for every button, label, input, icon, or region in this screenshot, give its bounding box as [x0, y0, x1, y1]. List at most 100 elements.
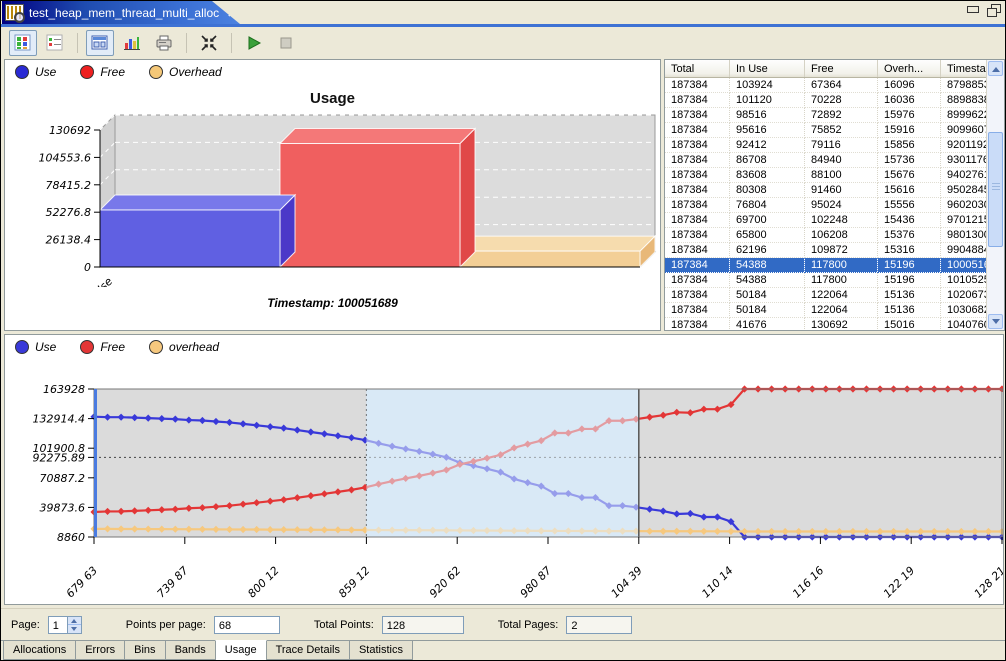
table-cell: 117800: [805, 273, 878, 288]
column-header[interactable]: In Use: [730, 60, 805, 78]
table-cell: 41676: [730, 318, 805, 332]
table-cell: 187384: [665, 108, 730, 123]
table-row[interactable]: 18738476804950241555696020306: [665, 198, 1005, 213]
legend-label: Use: [35, 65, 56, 79]
bottom-tab-bands[interactable]: Bands: [165, 641, 216, 660]
table-cell: 15556: [878, 198, 941, 213]
spin-down-icon[interactable]: [68, 625, 81, 633]
bottom-tab-errors[interactable]: Errors: [75, 641, 125, 660]
table-cell: 187384: [665, 138, 730, 153]
table-row[interactable]: 18738495616758521591690996076: [665, 123, 1005, 138]
bar-free[interactable]: [280, 144, 460, 267]
total-pages-value: 2: [566, 616, 632, 634]
bar-top: [100, 195, 295, 210]
bottom-tab-bins[interactable]: Bins: [124, 641, 165, 660]
close-icon[interactable]: ✕: [227, 6, 237, 20]
table-cell: 187384: [665, 258, 730, 273]
table-cell: 88100: [805, 168, 878, 183]
chart-view-icon[interactable]: [118, 30, 146, 56]
list-settings-icon[interactable]: [41, 30, 69, 56]
table-row[interactable]: 1873845018412206415136102067381: [665, 288, 1005, 303]
bottom-tab-statistics[interactable]: Statistics: [349, 641, 413, 660]
table-cell: 15736: [878, 153, 941, 168]
table-row[interactable]: 1873845438811780015196101052536: [665, 273, 1005, 288]
table-cell: 187384: [665, 93, 730, 108]
run-icon[interactable]: [240, 30, 268, 56]
table-cell: 15316: [878, 243, 941, 258]
bottom-tab-trace-details[interactable]: Trace Details: [266, 641, 350, 660]
table-row[interactable]: 18738492412791161585692011920: [665, 138, 1005, 153]
column-header[interactable]: Total: [665, 60, 730, 78]
minimize-view-icon[interactable]: [966, 4, 980, 16]
column-header[interactable]: Overh...: [878, 60, 941, 78]
table-cell: 79116: [805, 138, 878, 153]
table-row[interactable]: 187384101120702281603688988383: [665, 93, 1005, 108]
stop-icon[interactable]: [272, 30, 300, 56]
total-pages-label: Total Pages:: [498, 619, 559, 631]
usage-line-chart[interactable]: 886039873.670887.2101900.8132914.4163928…: [5, 359, 1003, 599]
legend-label: Overhead: [169, 65, 222, 79]
spin-up-icon[interactable]: [68, 617, 81, 626]
toolbar: [3, 27, 1003, 58]
table-row[interactable]: 187384658001062081537698013001: [665, 228, 1005, 243]
table-row[interactable]: 187384103924673641609687988536: [665, 78, 1005, 93]
trace-file-icon: [5, 4, 24, 21]
table-cell: 15436: [878, 213, 941, 228]
legend-dot-icon: [149, 340, 163, 354]
scrollbar-thumb[interactable]: [988, 132, 1003, 247]
legend-item: Free: [80, 65, 125, 79]
bar-side: [460, 129, 475, 267]
table-cell: 15916: [878, 123, 941, 138]
usage-table-panel: TotalIn UseFreeOverh...Timestamp 1873841…: [664, 59, 1005, 331]
maximize-view-icon[interactable]: [986, 4, 1000, 16]
axis-tick-label: 92275.89: [33, 451, 86, 464]
legend-dot-icon: [15, 340, 29, 354]
legend-label: Free: [100, 340, 125, 354]
bottom-tab-usage[interactable]: Usage: [215, 640, 267, 661]
table-row[interactable]: 18738498516728921597689996229: [665, 108, 1005, 123]
print-icon[interactable]: [150, 30, 178, 56]
axis-tick-label: 130692: [49, 124, 91, 137]
table-cell: 101120: [730, 93, 805, 108]
table-cell: 65800: [730, 228, 805, 243]
table-cell: 16036: [878, 93, 941, 108]
table-cell: 15616: [878, 183, 941, 198]
bar-use[interactable]: [100, 210, 280, 267]
scroll-up-icon[interactable]: [988, 61, 1003, 76]
page-input[interactable]: 1: [48, 616, 68, 634]
table-scrollbar[interactable]: [986, 60, 1004, 330]
table-row[interactable]: 18738486708849401573693011767: [665, 153, 1005, 168]
points-per-page-input[interactable]: 68: [214, 616, 280, 634]
bar-overhead[interactable]: [460, 251, 640, 267]
table-row[interactable]: 187384621961098721531699048843: [665, 243, 1005, 258]
bottom-tab-allocations[interactable]: Allocations: [3, 641, 76, 660]
column-header[interactable]: Free: [805, 60, 878, 78]
usage-bar-chart: 026138.452276.878415.2104553.6130692Use: [5, 112, 660, 287]
table-row[interactable]: 1873844167613069215016104076073: [665, 318, 1005, 332]
legend-label: overhead: [169, 340, 219, 354]
scroll-down-icon[interactable]: [988, 314, 1003, 329]
grid-settings-icon[interactable]: [9, 30, 37, 56]
fit-window-icon[interactable]: [195, 30, 223, 56]
page-spinner[interactable]: 1: [48, 616, 82, 634]
timestamp-annotation: Timestamp: 100051689: [5, 296, 660, 310]
table-row[interactable]: 1873845438811780015196100051689: [665, 258, 1005, 273]
axis-tick-label: 980 87: [518, 564, 554, 599]
legend-dot-icon: [80, 340, 94, 354]
table-row[interactable]: 1873845018412206415136103068228: [665, 303, 1005, 318]
legend-label: Free: [100, 65, 125, 79]
axis-tick-label: 104 39: [609, 564, 645, 599]
table-row[interactable]: 18738480308914601561695028458: [665, 183, 1005, 198]
table-cell: 187384: [665, 198, 730, 213]
legend-item: Use: [15, 340, 56, 354]
view-tab[interactable]: test_heap_mem_thread_multi_alloc ✕: [2, 1, 240, 24]
table-row[interactable]: 18738483608881001567694027611: [665, 168, 1005, 183]
form-view-icon[interactable]: [86, 30, 114, 56]
table-cell: 130692: [805, 318, 878, 332]
table-cell: 84940: [805, 153, 878, 168]
table-row[interactable]: 187384697001022481543697012154: [665, 213, 1005, 228]
axis-tick-label: 110 14: [699, 564, 735, 599]
table-cell: 103924: [730, 78, 805, 93]
toolbar-separator: [77, 33, 78, 53]
axis-tick-label: 739 87: [155, 564, 191, 599]
